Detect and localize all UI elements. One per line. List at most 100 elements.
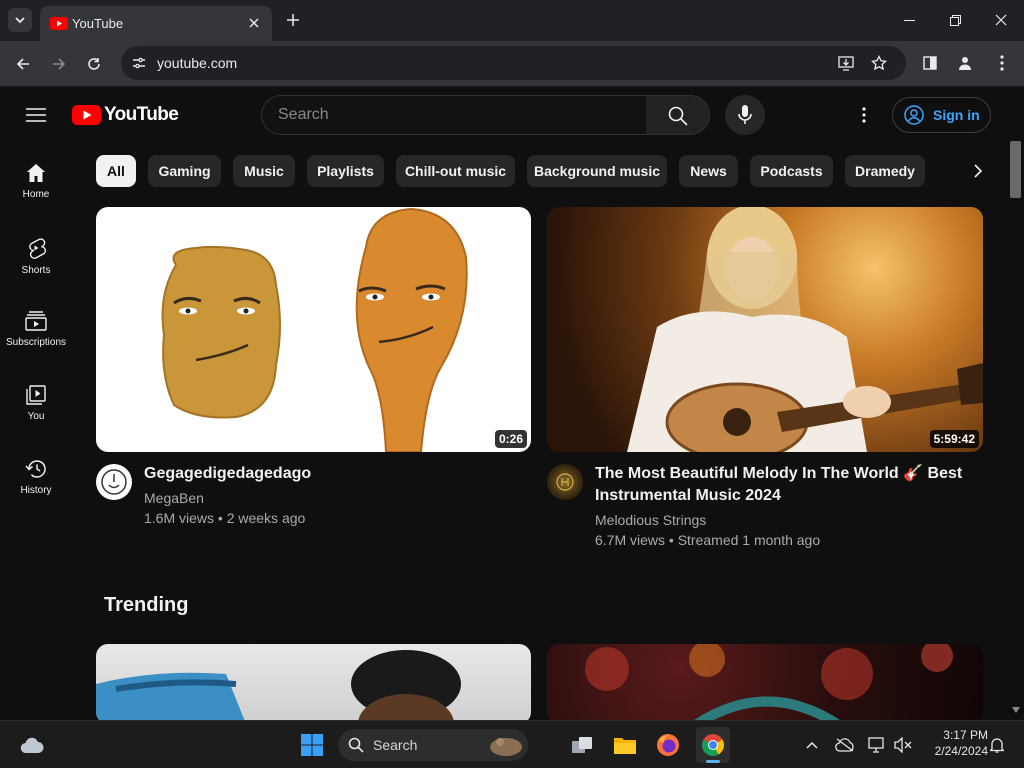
sidebar-item-label: Subscriptions [5, 337, 67, 348]
chip-playlists[interactable]: Playlists [307, 155, 384, 187]
search-input[interactable]: Search [261, 95, 647, 135]
page-scrollbar[interactable] [1008, 87, 1024, 720]
chrome-button[interactable] [696, 727, 730, 763]
cloud-icon [20, 737, 44, 754]
profile-button[interactable] [953, 51, 977, 75]
video-title[interactable]: The Most Beautiful Melody In The World 🎸… [595, 463, 985, 507]
site-info-button[interactable] [127, 51, 151, 75]
youtube-logo-icon [72, 105, 101, 125]
video-thumbnail[interactable]: 0:26 [96, 207, 531, 452]
bookmark-button[interactable] [868, 52, 890, 74]
taskbar-search-label: Search [373, 737, 418, 753]
emblem-icon [556, 473, 574, 491]
file-explorer-button[interactable] [611, 731, 639, 759]
sidebar-item-shorts[interactable]: Shorts [0, 237, 72, 311]
sidebar-item-label: Home [22, 189, 50, 200]
minimize-button[interactable] [896, 8, 922, 32]
nugget-face-image [161, 245, 281, 419]
video-title[interactable]: Gegagedigedagedago [144, 463, 311, 485]
browser-menu-button[interactable] [990, 51, 1014, 75]
reload-button[interactable] [81, 51, 107, 77]
close-icon [995, 14, 1007, 26]
firefox-button[interactable] [654, 731, 682, 759]
video-meta: 1.6M views • 2 weeks ago [144, 510, 306, 526]
browser-tab[interactable]: YouTube [40, 6, 272, 41]
sign-in-button[interactable]: Sign in [892, 97, 991, 133]
chip-background-music[interactable]: Background music [527, 155, 667, 187]
scroll-down-arrow-icon[interactable] [1012, 707, 1020, 713]
sidebar-item-history[interactable]: History [0, 459, 72, 533]
guide-menu-button[interactable] [22, 101, 50, 129]
sign-in-label: Sign in [933, 107, 980, 123]
close-window-button[interactable] [988, 8, 1014, 32]
chip-news[interactable]: News [679, 155, 738, 187]
youtube-favicon-icon [50, 17, 68, 30]
chip-gaming[interactable]: Gaming [148, 155, 221, 187]
video-thumbnail[interactable]: 5:59:42 [547, 207, 983, 452]
more-vert-icon [862, 107, 866, 123]
taskbar-search[interactable]: Search [338, 729, 528, 761]
chip-music[interactable]: Music [233, 155, 295, 187]
volume-button[interactable] [892, 735, 914, 755]
browser-toolbar: youtube.com [0, 41, 1024, 87]
chip-all[interactable]: All [96, 155, 136, 187]
task-view-icon [572, 737, 592, 753]
fireworks-image [585, 644, 953, 720]
chevron-up-icon [806, 741, 818, 749]
task-view-button[interactable] [568, 731, 596, 759]
chip-chill-out-music[interactable]: Chill-out music [396, 155, 515, 187]
weather-widget[interactable] [18, 731, 46, 759]
start-button[interactable] [298, 731, 326, 759]
youtube-logo[interactable]: YouTube [72, 104, 179, 126]
scrollbar-thumb[interactable] [1010, 141, 1021, 198]
url-text: youtube.com [157, 55, 238, 71]
close-icon [249, 18, 259, 28]
trending-video-thumbnail[interactable] [547, 644, 983, 720]
tune-icon [133, 57, 145, 69]
network-button[interactable] [866, 735, 888, 755]
video-duration: 5:59:42 [929, 430, 979, 448]
onedrive-button[interactable] [834, 735, 856, 755]
settings-menu-button[interactable] [852, 103, 876, 127]
tab-search-button[interactable] [8, 8, 32, 32]
new-tab-button[interactable] [282, 9, 304, 31]
bell-icon [990, 738, 1004, 753]
clock[interactable]: 3:17 PM 2/24/2024 [918, 727, 988, 759]
arrow-right-icon [53, 58, 66, 70]
channel-name[interactable]: Melodious Strings [595, 510, 706, 530]
onedrive-offline-icon [835, 738, 854, 752]
chips-next-button[interactable] [966, 159, 990, 183]
voice-search-button[interactable] [725, 95, 765, 135]
chip-dramedy[interactable]: Dramedy [845, 155, 925, 187]
search-highlight-icon [490, 738, 522, 756]
notifications-button[interactable] [986, 735, 1008, 755]
channel-name[interactable]: MegaBen [144, 488, 204, 508]
drumstick-face-image [355, 207, 468, 452]
side-panel-button[interactable] [918, 51, 942, 75]
install-icon [838, 55, 854, 71]
sidebar-item-subscriptions[interactable]: Subscriptions [0, 311, 72, 385]
trending-video-thumbnail[interactable] [96, 644, 531, 720]
channel-avatar[interactable] [96, 464, 132, 500]
trending-person-image [96, 650, 461, 720]
folder-icon [614, 738, 636, 754]
volume-muted-icon [894, 737, 912, 753]
section-heading-trending: Trending [104, 594, 189, 616]
home-icon [27, 164, 45, 182]
arrow-left-icon [16, 58, 29, 70]
close-tab-button[interactable] [244, 13, 264, 33]
address-bar[interactable]: youtube.com [121, 46, 906, 80]
chip-podcasts[interactable]: Podcasts [750, 155, 833, 187]
back-button[interactable] [10, 51, 36, 77]
sidebar-item-you[interactable]: You [0, 385, 72, 459]
windows-logo-icon [301, 734, 323, 756]
channel-avatar[interactable] [547, 464, 583, 500]
youtube-page: YouTube Search Sign in Home Shorts Subsc… [0, 87, 1024, 720]
sidebar-item-home[interactable]: Home [0, 163, 72, 237]
search-button[interactable] [646, 95, 710, 135]
install-app-button[interactable] [835, 52, 857, 74]
restore-button[interactable] [942, 8, 968, 32]
active-app-indicator [706, 760, 720, 763]
show-hidden-icons-button[interactable] [802, 735, 822, 755]
forward-button[interactable] [46, 51, 72, 77]
